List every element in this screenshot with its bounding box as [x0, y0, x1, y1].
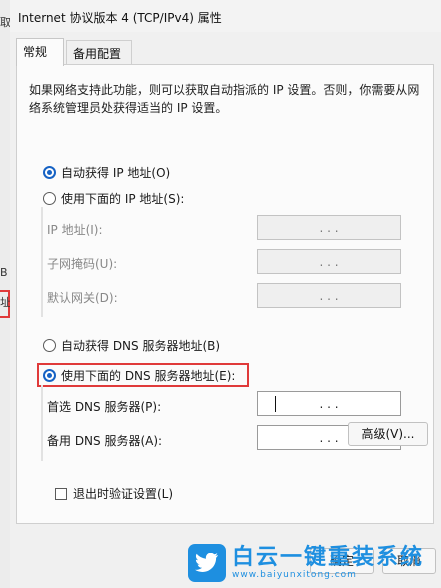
- default-gateway-value: . . .: [319, 288, 339, 303]
- preferred-dns-input[interactable]: . . .: [257, 391, 401, 416]
- radio-unchecked-icon: [43, 338, 56, 352]
- tab-strip: 常规 备用配置: [14, 38, 434, 66]
- watermark-title: 白云一键重装系统: [232, 545, 425, 570]
- ip-address-value: . . .: [319, 220, 339, 235]
- ip-address-label: IP 地址(I):: [47, 223, 103, 237]
- radio-auto-dns-label: 自动获得 DNS 服务器地址(B): [61, 338, 221, 353]
- validate-on-exit-checkbox[interactable]: 退出时验证设置(L): [55, 485, 173, 502]
- alternate-dns-label: 备用 DNS 服务器(A):: [47, 434, 163, 448]
- advanced-button[interactable]: 高级(V)...: [348, 422, 428, 446]
- preferred-dns-label: 首选 DNS 服务器(P):: [47, 400, 162, 414]
- window-title: Internet 协议版本 4 (TCP/IPv4) 属性: [18, 11, 222, 25]
- alternate-dns-value: . . .: [319, 430, 339, 445]
- group-divider: [41, 385, 43, 461]
- radio-unchecked-icon: [43, 191, 56, 205]
- bird-logo-icon: [188, 544, 226, 582]
- group-divider: [41, 207, 43, 317]
- watermark: 白云一键重装系统 www.baiyunxitong.com: [188, 538, 440, 588]
- ip-address-input: . . .: [257, 215, 401, 240]
- text-caret: [275, 396, 276, 412]
- radio-manual-ip[interactable]: 使用下面的 IP 地址(S):: [43, 189, 184, 207]
- tab-alternate-config[interactable]: 备用配置: [66, 40, 132, 66]
- background-text-fragment: B: [0, 266, 8, 279]
- title-bar[interactable]: Internet 协议版本 4 (TCP/IPv4) 属性: [10, 0, 441, 32]
- default-gateway-input: . . .: [257, 283, 401, 308]
- preferred-dns-value: . . .: [319, 396, 339, 411]
- general-panel: 如果网络支持此功能，则可以获取自动指派的 IP 设置。否则，你需要从网络系统管理…: [16, 64, 434, 524]
- description-text: 如果网络支持此功能，则可以获取自动指派的 IP 设置。否则，你需要从网络系统管理…: [29, 83, 420, 115]
- watermark-url: www.baiyunxitong.com: [232, 570, 357, 580]
- tcpipv4-properties-dialog: Internet 协议版本 4 (TCP/IPv4) 属性 常规 备用配置 如果…: [10, 0, 441, 588]
- default-gateway-label: 默认网关(D):: [47, 291, 118, 305]
- validate-on-exit-label: 退出时验证设置(L): [73, 487, 174, 501]
- radio-manual-ip-label: 使用下面的 IP 地址(S):: [61, 191, 185, 206]
- radio-auto-ip[interactable]: 自动获得 IP 地址(O): [43, 163, 170, 181]
- subnet-mask-label: 子网掩码(U):: [47, 257, 118, 271]
- highlight-box: [37, 363, 249, 387]
- tab-general[interactable]: 常规: [16, 38, 64, 66]
- subnet-mask-input: . . .: [257, 249, 401, 274]
- checkbox-box: [55, 487, 67, 500]
- watermark-text-block: 白云一键重装系统 www.baiyunxitong.com: [232, 545, 425, 581]
- subnet-mask-value: . . .: [319, 254, 339, 269]
- radio-auto-dns[interactable]: 自动获得 DNS 服务器地址(B): [43, 336, 220, 354]
- radio-auto-ip-label: 自动获得 IP 地址(O): [61, 165, 171, 180]
- radio-checked-icon: [43, 165, 56, 179]
